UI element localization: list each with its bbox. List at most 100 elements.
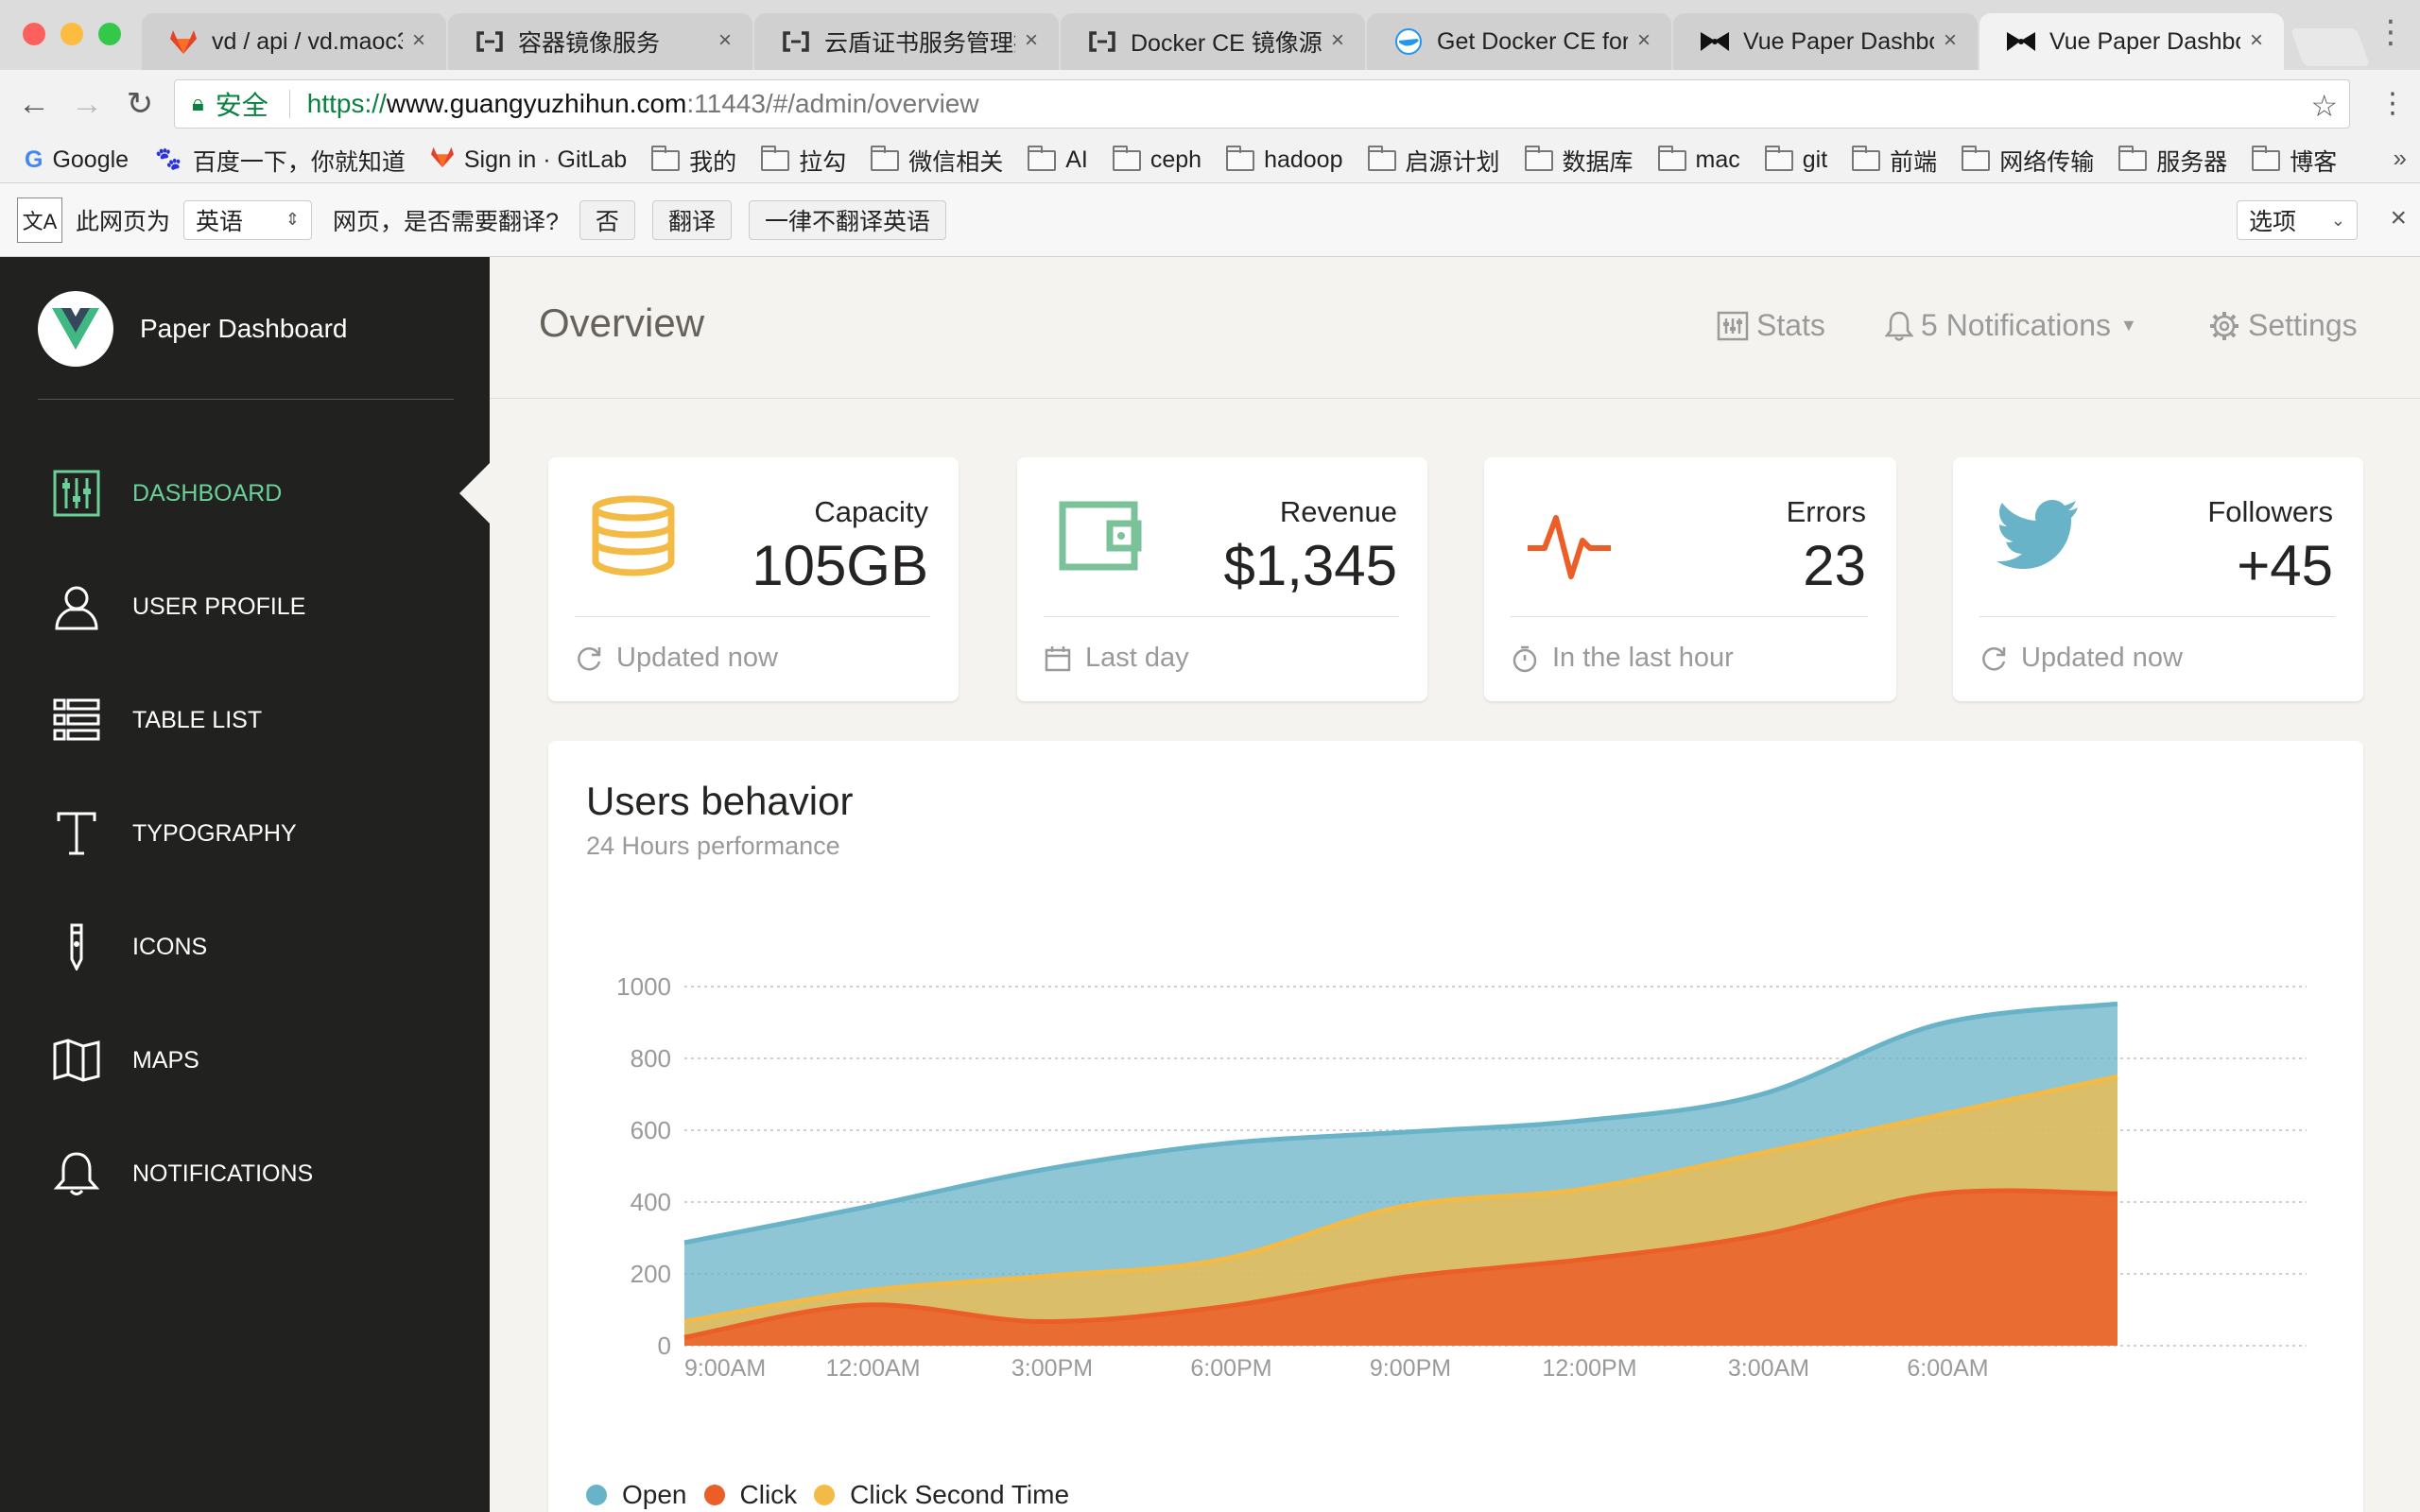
bookmark-item[interactable]: 启源计划 — [1367, 144, 1500, 178]
language-select[interactable]: 英语 ⇕ — [183, 199, 313, 240]
browser-tab[interactable]: Vue Paper Dashboa × — [1673, 13, 1978, 70]
close-tab-icon[interactable]: × — [1323, 26, 1352, 55]
close-tab-icon[interactable]: × — [1017, 26, 1046, 55]
sidebar-item-notifications[interactable]: NOTIFICATIONS — [0, 1117, 490, 1230]
close-tab-icon[interactable]: × — [2242, 26, 2271, 55]
bookmark-item[interactable]: Sign in · GitLab — [430, 146, 627, 175]
address-bar[interactable]: 🔒︎ 安全 https://www.guangyuzhihun.com:1144… — [174, 79, 2350, 129]
sidebar-item-label: NOTIFICATIONS — [132, 1160, 314, 1187]
pencil-icon — [51, 921, 102, 972]
browser-tab[interactable]: 云盾证书服务管理控× — [754, 13, 1059, 70]
close-icon[interactable]: × — [2390, 202, 2407, 234]
sidebar-item-maps[interactable]: MAPS — [0, 1004, 490, 1117]
pulse-icon — [1526, 507, 1613, 593]
bookmark-star-icon[interactable]: ☆ — [2310, 88, 2338, 124]
sidebar-item-icons[interactable]: ICONS — [0, 890, 490, 1004]
browser-tab[interactable]: Vue Paper Dashboa × — [1979, 13, 2284, 70]
user-icon — [51, 581, 102, 632]
folder-icon — [871, 145, 900, 171]
minimize-window-button[interactable] — [60, 23, 83, 45]
divider — [575, 616, 930, 617]
y-tick-label: 1000 — [616, 972, 671, 1001]
tab-title: 容器镜像服务 — [518, 30, 661, 57]
translate-button[interactable]: 翻译 — [651, 199, 732, 240]
legend-label: Click Second Time — [850, 1480, 1070, 1509]
legend-item: Click Second Time — [814, 1480, 1069, 1510]
y-tick-label: 800 — [631, 1044, 671, 1073]
bookmark-item[interactable]: 微信相关 — [871, 144, 1003, 178]
tab-title: Vue Paper Dashboa — [1743, 27, 1934, 55]
bookmark-item[interactable]: 拉勾 — [761, 144, 846, 178]
stats-label: Stats — [1756, 308, 1825, 342]
bookmarks-overflow-icon[interactable]: » — [2394, 144, 2407, 173]
close-tab-icon[interactable]: × — [405, 26, 433, 55]
bowtie-icon — [2006, 26, 2036, 57]
sidebar-item-dashboard[interactable]: DASHBOARD — [0, 437, 490, 550]
bookmark-item[interactable]: 网络传输 — [1962, 144, 2094, 178]
language-select-value: 英语 — [196, 208, 244, 235]
bookmark-item[interactable]: G Google — [25, 146, 129, 174]
sidebar-item-user-profile[interactable]: USER PROFILE — [0, 550, 490, 663]
bookmark-item[interactable]: 🐾︎ 百度一下，你就知道 — [153, 144, 406, 178]
tab-title: Vue Paper Dashboa — [2049, 27, 2240, 55]
stats-link[interactable]: Stats — [1717, 308, 1825, 343]
reload-icon[interactable]: ↻ — [121, 85, 159, 123]
close-tab-icon[interactable]: × — [711, 26, 739, 55]
bookmark-item[interactable]: hadoop — [1226, 145, 1343, 174]
translate-options-select[interactable]: 选项 ⌄ — [2237, 200, 2358, 240]
x-tick-label: 9:00AM — [684, 1355, 766, 1382]
bookmark-item[interactable]: 博客 — [2252, 144, 2337, 178]
bookmark-label: 拉勾 — [799, 148, 847, 176]
new-tab-button[interactable] — [2290, 28, 2371, 66]
tab-title: Docker CE 镜像源站 — [1131, 30, 1322, 57]
sidebar-item-typography[interactable]: TYPOGRAPHY — [0, 777, 490, 890]
top-navbar: Overview Stats 5 Notifications ▼ Setting… — [490, 257, 2420, 399]
x-tick-label: 3:00PM — [1011, 1355, 1093, 1382]
bookmark-label: 我的 — [689, 148, 737, 176]
folder-icon — [1852, 145, 1881, 171]
settings-label: Settings — [2248, 308, 2358, 342]
bookmark-item[interactable]: 前端 — [1852, 144, 1937, 178]
browser-tab[interactable]: 容器镜像服务 × — [448, 13, 752, 70]
bookmark-item[interactable]: 数据库 — [1524, 144, 1634, 178]
folder-icon — [761, 145, 790, 171]
sidebar: Paper Dashboard DASHBOARD USER PROFILE TAB… — [0, 257, 490, 1512]
browser-tab[interactable]: Docker CE 镜像源站× — [1061, 13, 1365, 70]
folder-icon — [1367, 145, 1396, 171]
browser-menu-icon[interactable]: ⋮ — [2378, 87, 2407, 120]
never-translate-button[interactable]: 一律不翻译英语 — [748, 199, 946, 240]
legend-label: Open — [622, 1480, 687, 1509]
bookmark-item[interactable]: 我的 — [651, 144, 736, 178]
forward-arrow-icon[interactable]: → — [68, 85, 106, 123]
maximize-window-button[interactable] — [98, 23, 121, 45]
bookmark-item[interactable]: ceph — [1112, 145, 1201, 174]
gear-icon — [2210, 311, 2238, 340]
back-arrow-icon[interactable]: ← — [15, 85, 53, 123]
y-tick-label: 200 — [631, 1260, 671, 1288]
bookmark-item[interactable]: git — [1764, 145, 1828, 174]
browser-tab[interactable]: vd / api / vd.maoc3 × — [142, 13, 446, 70]
legend-swatch — [814, 1485, 836, 1505]
reload-icon — [578, 646, 601, 670]
close-tab-icon[interactable]: × — [1936, 26, 1964, 55]
sidebar-divider — [38, 399, 454, 400]
browser-tab[interactable]: Get Docker CE for U× — [1367, 13, 1671, 70]
translate-question: 网页，是否需要翻译? — [333, 208, 559, 235]
bookmark-label: git — [1802, 146, 1828, 173]
brand[interactable]: Paper Dashboard — [38, 291, 347, 367]
notifications-dropdown[interactable]: 5 Notifications ▼ — [1885, 308, 2137, 343]
bookmark-item[interactable]: mac — [1657, 145, 1740, 174]
profile-icon[interactable]: ⋮ — [2375, 13, 2407, 51]
settings-link[interactable]: Settings — [2208, 308, 2358, 343]
bookmark-item[interactable]: AI — [1028, 145, 1088, 174]
sidebar-item-table-list[interactable]: TABLE LIST — [0, 663, 490, 777]
tab-title: Get Docker CE for U — [1437, 27, 1628, 55]
close-window-button[interactable] — [23, 23, 45, 45]
notifications-label: 5 Notifications — [1921, 308, 2111, 342]
x-tick-label: 3:00AM — [1728, 1355, 1809, 1382]
bookmark-item[interactable]: 服务器 — [2118, 144, 2227, 178]
bookmark-label: Google — [52, 146, 130, 173]
no-translate-button[interactable]: 否 — [579, 199, 635, 240]
close-tab-icon[interactable]: × — [1630, 26, 1658, 55]
folder-icon — [1962, 145, 1991, 171]
